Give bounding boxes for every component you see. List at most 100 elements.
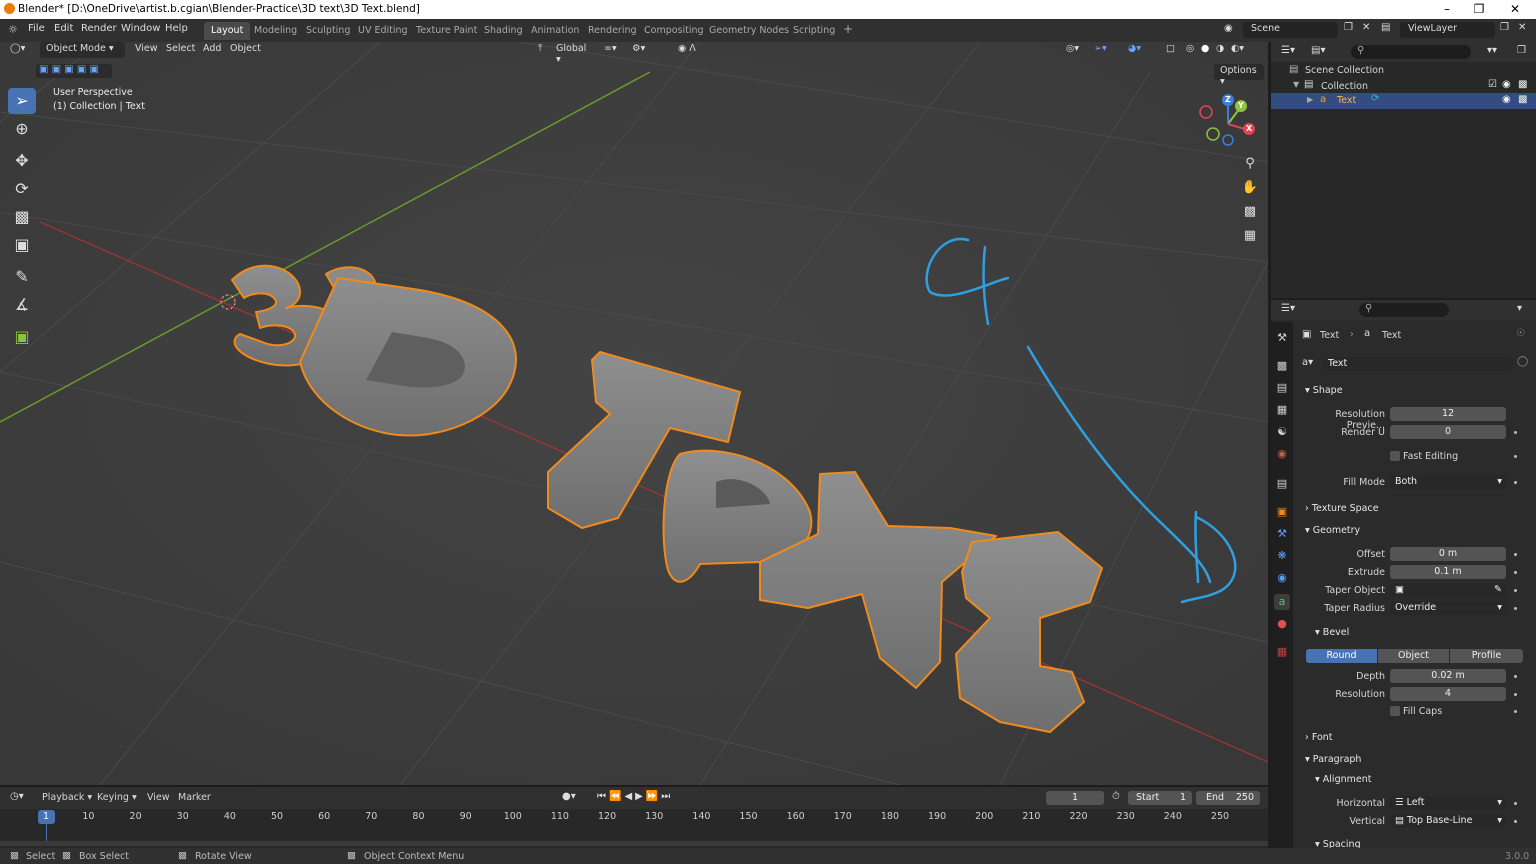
end-frame-field[interactable]: End 250	[1196, 791, 1260, 805]
outliner-editor-icon[interactable]: ☰▾	[1281, 45, 1295, 56]
bevel-section-header[interactable]: ▾ Bevel	[1315, 627, 1349, 638]
pivot-icon[interactable]: ∞▾	[604, 43, 617, 59]
view-layer-selector[interactable]: ViewLayer	[1400, 22, 1495, 38]
tab-uv-editing[interactable]: UV Editing	[351, 22, 415, 40]
texture-tab-icon[interactable]: ▦	[1274, 644, 1290, 660]
text-eye-icon[interactable]: ◉	[1502, 94, 1511, 105]
collection-camera-icon[interactable]: ▩	[1518, 79, 1527, 90]
snap-icon[interactable]: ⚙▾	[632, 43, 645, 59]
particles-tab-icon[interactable]: ❋	[1274, 548, 1290, 564]
font-section-header[interactable]: › Font	[1305, 732, 1333, 743]
render-tab-icon[interactable]: ▩	[1274, 358, 1290, 374]
annotate-tool-icon[interactable]: ✎	[8, 264, 36, 290]
delete-scene-icon[interactable]: ✕	[1362, 22, 1370, 33]
pan-hand-icon[interactable]: ✋	[1240, 178, 1260, 198]
properties-editor-icon[interactable]: ☰▾	[1281, 303, 1295, 314]
fill-caps-keyframe-icon[interactable]	[1514, 710, 1517, 713]
stopwatch-icon[interactable]: ⏱	[1112, 791, 1120, 802]
outliner-scene-collection[interactable]: Scene Collection	[1305, 65, 1384, 76]
current-frame-field[interactable]: 1	[1046, 791, 1104, 805]
depth-keyframe-icon[interactable]	[1514, 675, 1517, 678]
menu-timeline-view[interactable]: View	[147, 792, 170, 803]
text-camera-icon[interactable]: ▩	[1518, 94, 1527, 105]
tab-compositing[interactable]: Compositing	[637, 22, 711, 40]
shading-material-icon[interactable]: ◑	[1216, 43, 1224, 59]
orientation-icon[interactable]: ⤒	[538, 43, 542, 59]
camera-view-icon[interactable]: ▩	[1240, 202, 1260, 222]
fill-caps-checkbox[interactable]	[1390, 706, 1400, 716]
view-layer-tab-icon[interactable]: ▦	[1274, 402, 1290, 418]
menu-view[interactable]: View	[135, 43, 158, 59]
record-icon[interactable]: ●▾	[562, 791, 576, 802]
modifier-tab-icon[interactable]: ⚒	[1274, 526, 1290, 542]
add-workspace-icon[interactable]: +	[836, 22, 860, 40]
font-data-icon[interactable]: ⟳	[1371, 93, 1379, 104]
menu-select[interactable]: Select	[166, 43, 195, 59]
scene-selector[interactable]: Scene	[1243, 22, 1338, 38]
tab-scripting[interactable]: Scripting	[786, 22, 842, 40]
render-u-field[interactable]: 0	[1390, 425, 1506, 439]
options-dropdown[interactable]: Options ▾	[1214, 64, 1264, 87]
bevel-round-button[interactable]: Round	[1306, 649, 1377, 663]
playback-controls[interactable]: ⏮⏪◀▶⏩⏭	[597, 791, 673, 802]
properties-options-icon[interactable]: ▾	[1517, 303, 1522, 314]
new-view-layer-icon[interactable]: ❐	[1500, 22, 1509, 33]
collection-tab-icon[interactable]: ▤	[1274, 476, 1290, 492]
collapse-collection-icon[interactable]: ▼	[1293, 80, 1299, 89]
horizontal-keyframe-icon[interactable]	[1514, 802, 1517, 805]
cursor-tool-icon[interactable]: ⊕	[8, 116, 36, 142]
menu-object[interactable]: Object	[230, 43, 261, 59]
orientation-dropdown[interactable]: Global ▾	[550, 42, 596, 65]
blender-menu-icon[interactable]: ☼	[8, 23, 18, 36]
tab-animation[interactable]: Animation	[524, 22, 586, 40]
filter-icon[interactable]: ▾▾	[1487, 45, 1497, 56]
depth-field[interactable]: 0.02 m	[1390, 669, 1506, 683]
menu-keying[interactable]: Keying ▾	[97, 792, 137, 803]
extrude-keyframe-icon[interactable]	[1514, 571, 1517, 574]
menu-help[interactable]: Help	[165, 23, 188, 34]
timeline-editor-icon[interactable]: ◷▾	[10, 791, 24, 802]
pin-icon[interactable]: ☉	[1516, 328, 1525, 339]
gizmo-toggle-icon[interactable]: ➢▾	[1094, 43, 1107, 59]
menu-marker[interactable]: Marker	[178, 792, 211, 803]
horizontal-dropdown[interactable]: ☰ Left ▾	[1390, 796, 1506, 810]
texture-space-section-header[interactable]: › Texture Space	[1305, 503, 1379, 514]
selection-mode-buttons[interactable]: ▣ ▣ ▣ ▣ ▣	[36, 64, 112, 78]
bevel-resolution-keyframe-icon[interactable]	[1514, 693, 1517, 696]
data-tab-icon[interactable]: a	[1274, 594, 1290, 610]
paragraph-section-header[interactable]: ▾ Paragraph	[1305, 754, 1361, 765]
menu-window[interactable]: Window	[121, 23, 160, 34]
view-layer-icon[interactable]: ▤	[1381, 22, 1390, 33]
alignment-section-header[interactable]: ▾ Alignment	[1315, 774, 1371, 785]
measure-tool-icon[interactable]: ∡	[8, 292, 36, 318]
ortho-grid-icon[interactable]: ▦	[1240, 226, 1260, 246]
mode-dropdown[interactable]: Object Mode ▾	[40, 42, 125, 58]
taper-radius-keyframe-icon[interactable]	[1514, 607, 1517, 610]
outliner-search[interactable]: ⚲	[1351, 45, 1471, 59]
fake-user-icon[interactable]: ◯	[1517, 356, 1528, 367]
tab-geometry-nodes[interactable]: Geometry Nodes	[702, 22, 796, 40]
shading-wireframe-icon[interactable]: ◎	[1186, 43, 1194, 59]
eyedropper-icon[interactable]: ✎	[1494, 583, 1502, 597]
tab-shading[interactable]: Shading	[477, 22, 530, 40]
vertical-keyframe-icon[interactable]	[1514, 820, 1517, 823]
expand-text-icon[interactable]: ▶	[1307, 95, 1313, 104]
scale-tool-icon[interactable]: ▩	[8, 204, 36, 230]
offset-field[interactable]: 0 m	[1390, 547, 1506, 561]
close-icon[interactable]: ✕	[1500, 1, 1530, 18]
taper-radius-dropdown[interactable]: Override ▾	[1390, 601, 1506, 615]
zoom-icon[interactable]: ⚲	[1240, 154, 1260, 174]
3d-viewport[interactable]: Z Y X ◯▾ Object Mode ▾ View Select Add O…	[0, 42, 1268, 785]
scene-icon[interactable]: ◉	[1224, 23, 1233, 34]
scene-tab-icon[interactable]: ☯	[1274, 424, 1290, 440]
transform-tool-icon[interactable]: ▣	[8, 232, 36, 258]
fill-mode-keyframe-icon[interactable]	[1514, 481, 1517, 484]
physics-tab-icon[interactable]: ◉	[1274, 570, 1290, 586]
menu-add[interactable]: Add	[203, 43, 221, 59]
start-frame-field[interactable]: Start 1	[1128, 791, 1192, 805]
outliner-row-text[interactable]: ▶ a Text ⟳ ◉ ▩	[1271, 93, 1536, 109]
display-mode-icon[interactable]: ▤▾	[1311, 45, 1325, 56]
fast-editing-keyframe-icon[interactable]	[1514, 455, 1517, 458]
tab-sculpting[interactable]: Sculpting	[299, 22, 357, 40]
output-tab-icon[interactable]: ▤	[1274, 380, 1290, 396]
